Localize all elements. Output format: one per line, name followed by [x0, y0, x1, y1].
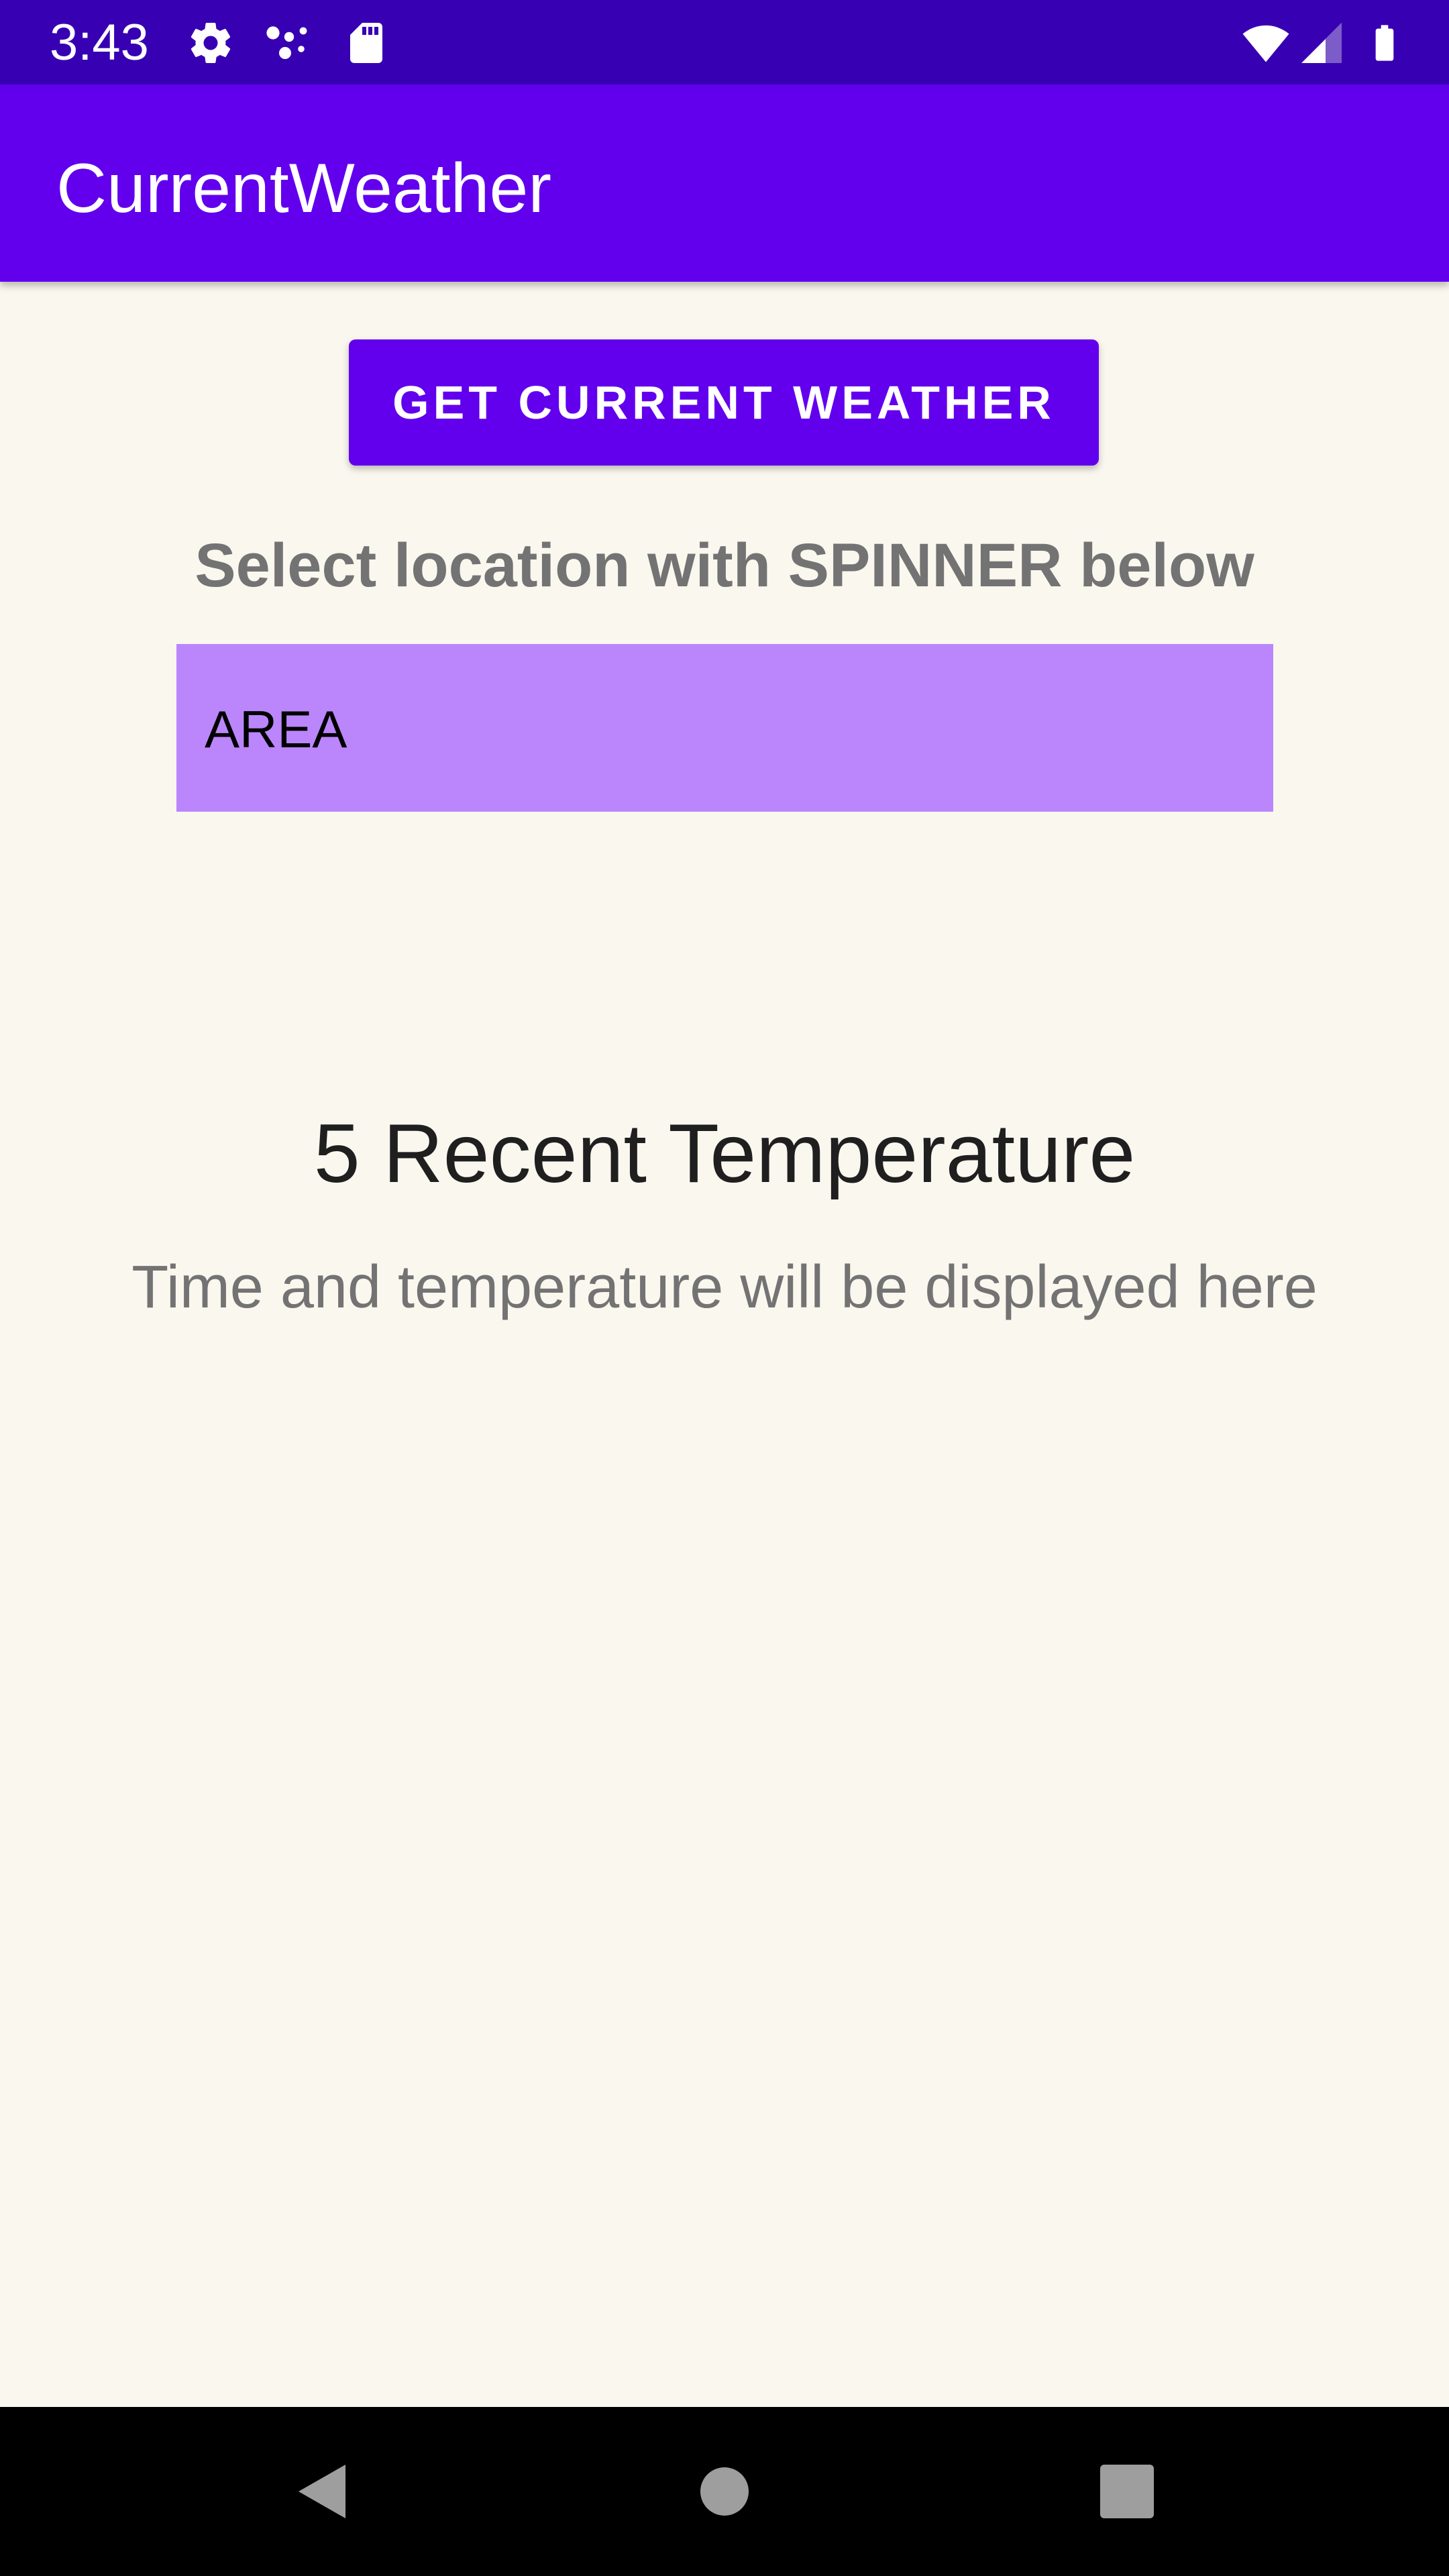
spinner-hint: Select location with SPINNER below	[195, 531, 1254, 600]
gear-icon	[191, 22, 231, 64]
app-bar: CurrentWeather	[0, 85, 1449, 282]
wifi-icon	[1242, 25, 1289, 62]
dots-icon	[266, 26, 307, 59]
sd-card-icon	[350, 23, 382, 63]
recents-icon	[1100, 2465, 1154, 2518]
recent-temperature-title: 5 Recent Temperature	[313, 1108, 1136, 1200]
battery-icon	[1375, 25, 1394, 61]
nav-bar	[0, 2407, 1449, 2576]
recents-button[interactable]	[1026, 2407, 1228, 2576]
status-bar: 3:43	[0, 0, 1449, 85]
app-title: CurrentWeather	[56, 150, 551, 227]
home-button[interactable]	[624, 2407, 825, 2576]
get-current-weather-button[interactable]: GET CURRENT WEATHER	[349, 339, 1099, 466]
temperature-placeholder: Time and temperature will be displayed h…	[131, 1254, 1318, 1321]
back-button[interactable]	[221, 2407, 423, 2576]
back-icon	[299, 2465, 345, 2518]
status-time: 3:43	[50, 14, 149, 71]
home-icon	[700, 2467, 749, 2516]
location-spinner[interactable]: AREA	[176, 644, 1273, 812]
signal-icon	[1301, 23, 1342, 63]
spinner-selected-value: AREA	[205, 700, 347, 759]
